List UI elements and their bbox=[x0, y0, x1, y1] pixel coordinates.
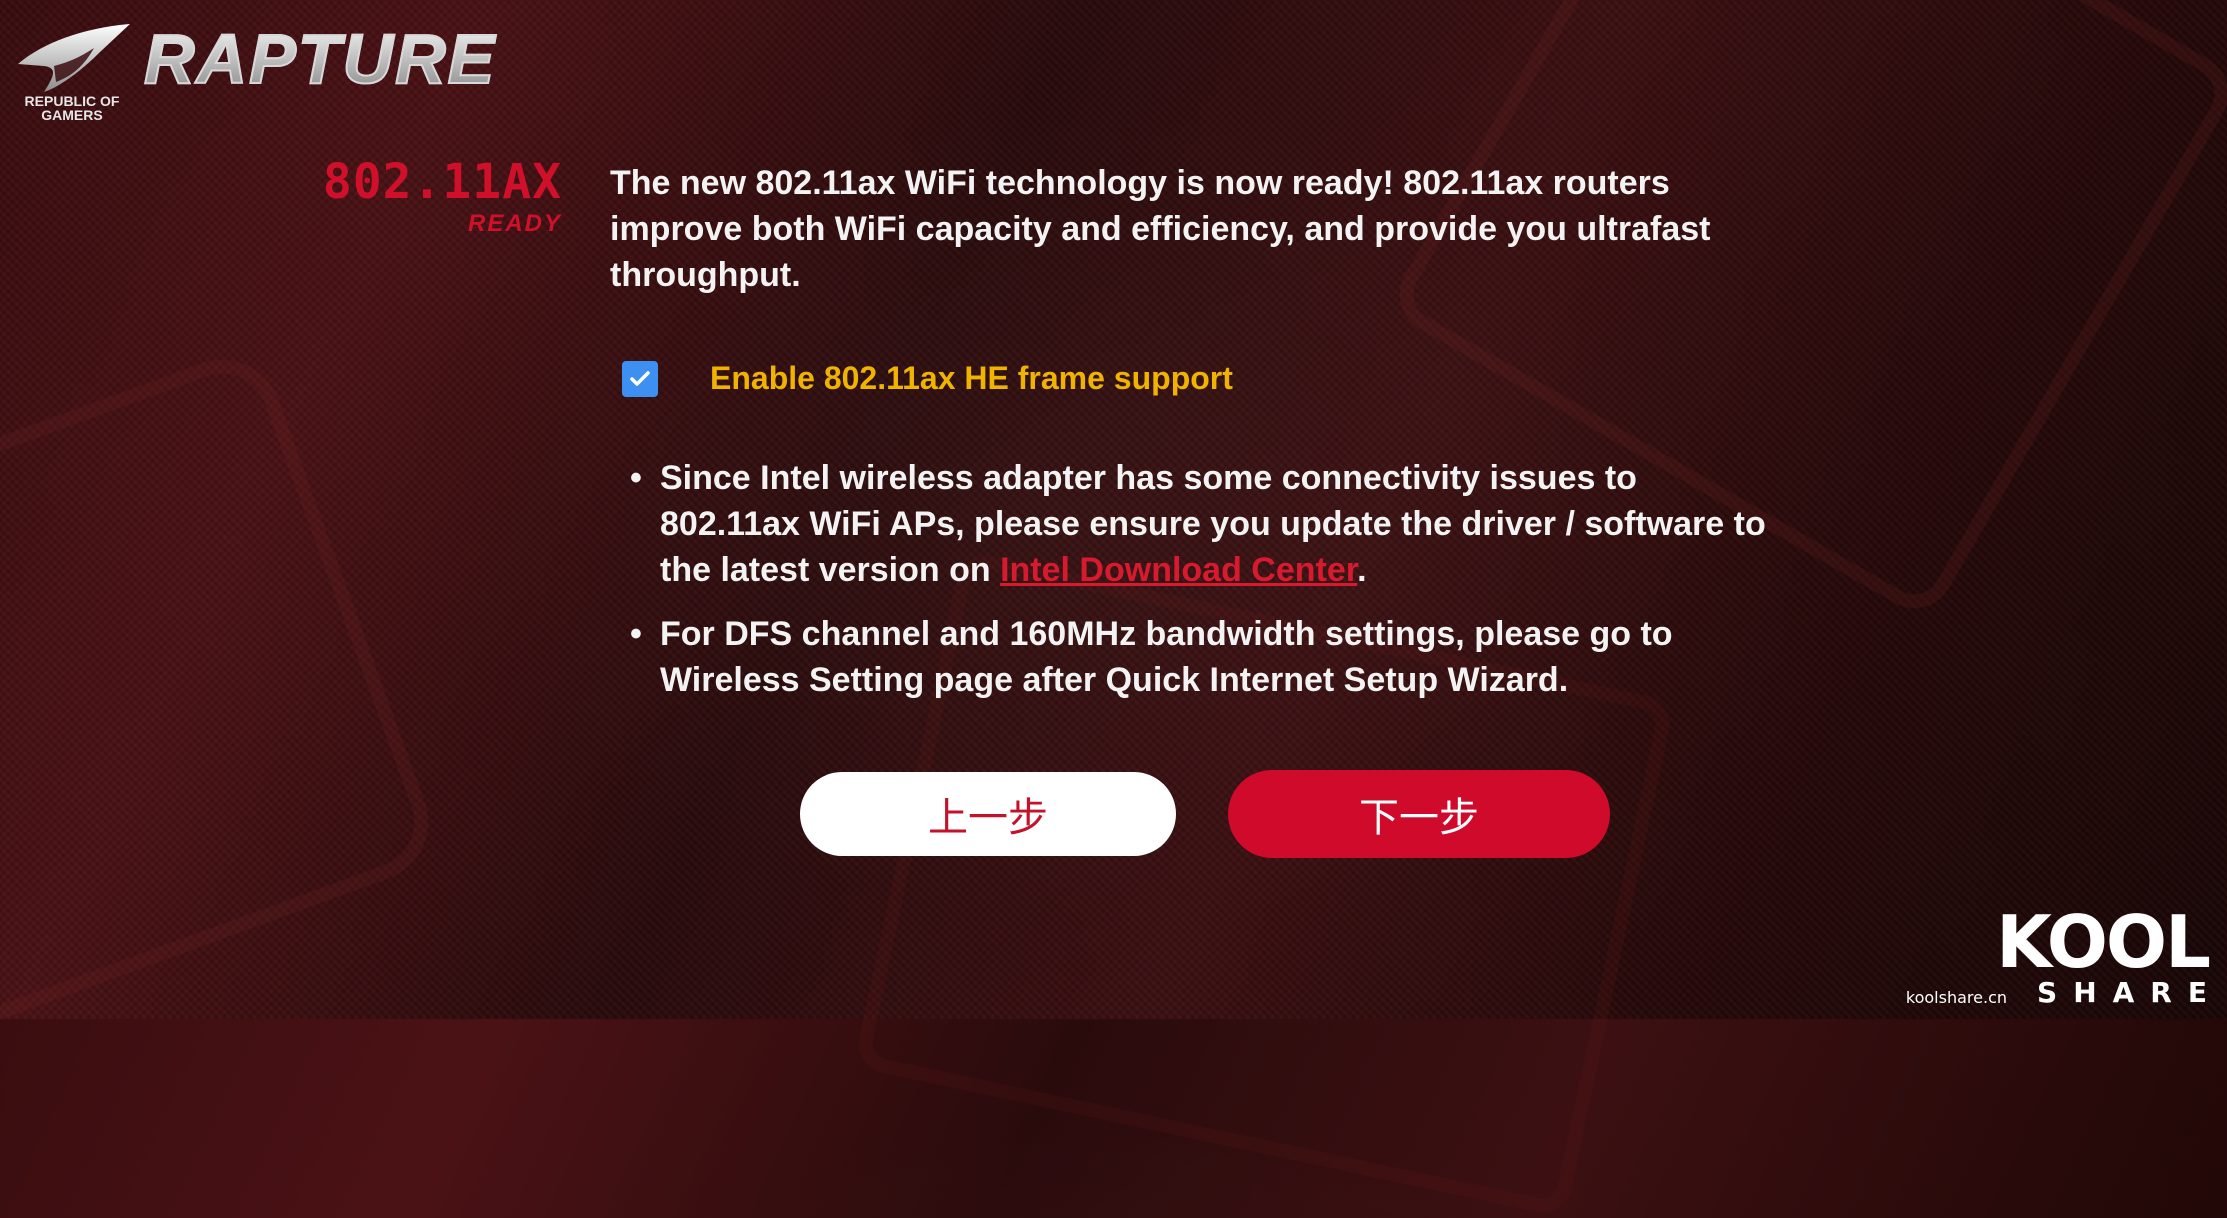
rog-eye-icon bbox=[18, 24, 130, 92]
previous-step-button[interactable]: 上一步 bbox=[800, 772, 1176, 856]
he-frame-support-option: Enable 802.11ax HE frame support bbox=[622, 360, 1233, 397]
he-frame-support-label[interactable]: Enable 802.11ax HE frame support bbox=[710, 360, 1233, 397]
background-shape bbox=[0, 342, 446, 1046]
badge-subtitle: READY bbox=[467, 210, 562, 237]
logo-subtitle-line2: GAMERS bbox=[41, 107, 103, 123]
intro-text: The new 802.11ax WiFi technology is now … bbox=[610, 164, 1711, 294]
notes-list: • Since Intel wireless adapter has some … bbox=[612, 455, 1772, 721]
he-frame-support-checkbox[interactable] bbox=[622, 360, 658, 397]
bullet-icon: • bbox=[630, 615, 642, 653]
rog-rapture-logo: REPUBLIC OF GAMERS RAPTURE bbox=[14, 18, 574, 128]
note-2-text: For DFS channel and 160MHz bandwidth set… bbox=[660, 615, 1673, 699]
bullet-icon: • bbox=[630, 459, 642, 497]
watermark-site: koolshare.cn bbox=[1905, 988, 2007, 1007]
logo-title: RAPTURE bbox=[143, 20, 497, 98]
logo-subtitle: REPUBLIC OF GAMERS bbox=[18, 94, 126, 122]
logo-subtitle-line1: REPUBLIC OF bbox=[24, 93, 120, 109]
list-item: • For DFS channel and 160MHz bandwidth s… bbox=[612, 611, 1772, 703]
note-1-suffix: . bbox=[1357, 551, 1367, 589]
badge-title: 802.11AX bbox=[322, 154, 562, 210]
watermark-brand: KOOL bbox=[1996, 900, 2211, 984]
next-step-button[interactable]: 下一步 bbox=[1228, 770, 1610, 858]
koolshare-watermark: KOOL SHARE bbox=[1996, 900, 2211, 1009]
802-11ax-ready-badge: 802.11AX READY bbox=[280, 158, 562, 238]
list-item: • Since Intel wireless adapter has some … bbox=[612, 455, 1772, 593]
checkmark-icon bbox=[630, 370, 650, 386]
intel-download-center-link[interactable]: Intel Download Center bbox=[1000, 551, 1357, 589]
